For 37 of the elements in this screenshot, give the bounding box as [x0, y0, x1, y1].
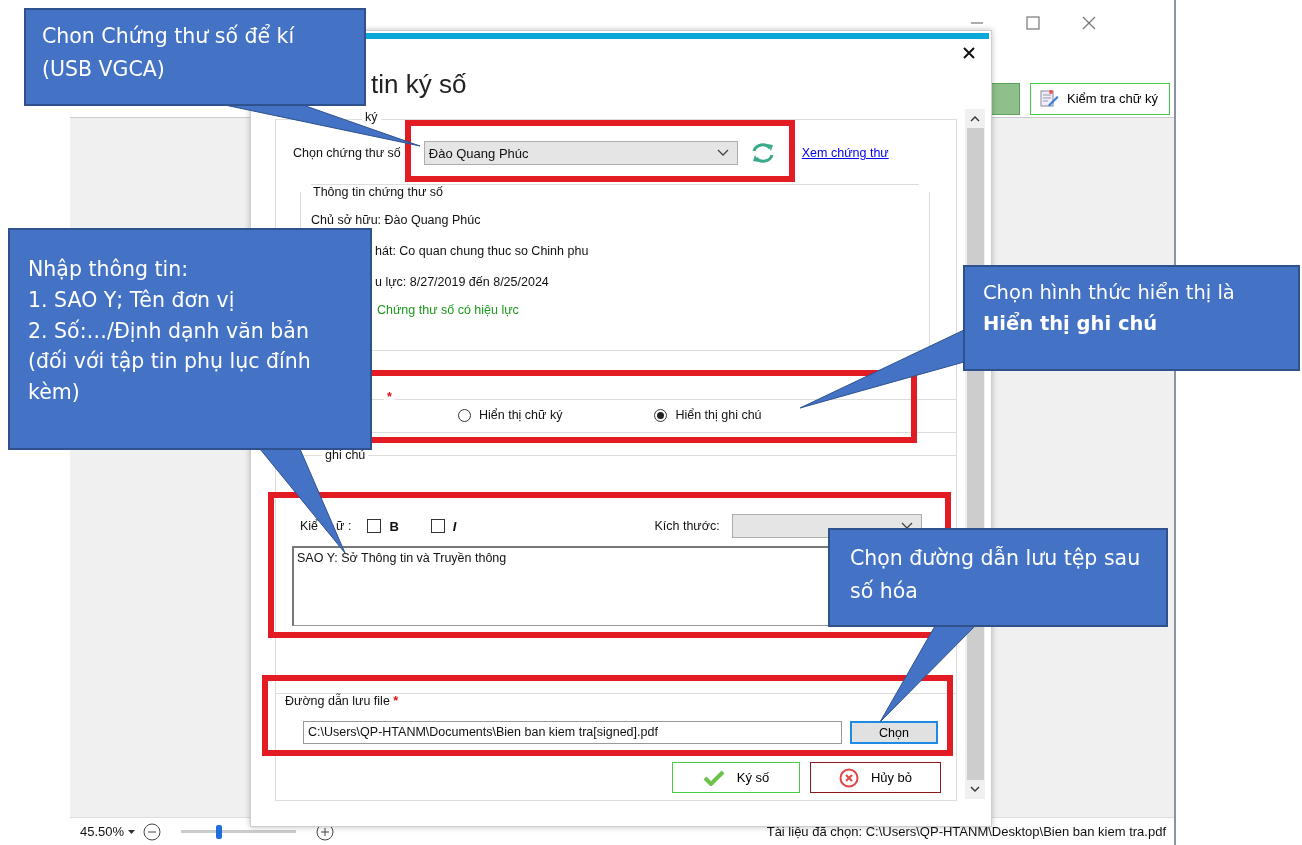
- callout: Chọn hình thức hiển thị là Hiển thị ghi chú: [963, 265, 1300, 371]
- browse-button[interactable]: Chọn: [850, 721, 938, 744]
- caret-icon: [128, 829, 136, 834]
- save-path-label: Đường dẫn lưu file *: [282, 694, 402, 708]
- group-label: ký: [362, 110, 381, 124]
- certificate-dropdown[interactable]: Đào Quang Phúc: [423, 141, 738, 165]
- chevron-up-icon[interactable]: [970, 115, 980, 122]
- check-icon: [702, 769, 725, 786]
- status-text: Tài liệu đã chọn: C:\Users\QP-HTANM\Desktop\Bien ban kiem tra.pdf: [766, 824, 1166, 839]
- cancel-icon: [838, 767, 859, 788]
- chevron-down-icon: [716, 149, 729, 157]
- zoom-out-icon[interactable]: [143, 822, 162, 841]
- certificate-info-text: u lực: 8/27/2019 đến 8/25/2024: [375, 275, 550, 289]
- group-label: Thông tin chứng thư số: [311, 184, 919, 199]
- font-style-label: Kiể: [300, 519, 319, 533]
- display-mode-radio[interactable]: Hiển thị chữ ký: [458, 408, 563, 422]
- certificate-info-text: Chủ sở hữu: Đào Quang Phúc: [311, 213, 482, 227]
- size-label: Kích thước:: [654, 519, 720, 533]
- view-certificate-link[interactable]: Xem chứng thư: [801, 146, 889, 160]
- display-mode-radio[interactable]: Hiển thị ghi chú: [654, 408, 762, 422]
- certificate-info-text: hát: Co quan chung thuc so Chinh phu: [375, 244, 590, 258]
- close-icon[interactable]: [963, 47, 975, 59]
- callout: Nhập thông tin: 1. SAO Y; Tên đơn vị 2. Số:…/Định dạnh văn bản (đối với tập tin phụ lục đính kèm): [8, 228, 372, 450]
- chevron-down-icon[interactable]: [970, 786, 980, 793]
- zoom-dropdown[interactable]: 45.50%: [80, 824, 136, 839]
- sign-button[interactable]: Ký số: [672, 762, 800, 793]
- cancel-button[interactable]: Hủy bỏ: [810, 762, 941, 793]
- font-style-checkbox[interactable]: B: [367, 518, 399, 534]
- certificate-info-text: Chứng thư số có hiệu lực: [377, 303, 520, 317]
- font-style-checkbox[interactable]: I: [430, 518, 457, 534]
- save-path-field[interactable]: C:\Users\QP-HTANM\Documents\Bien ban kiem tra[signed].pdf: [303, 721, 842, 744]
- certificate-label: Chọn chứng thư số: [293, 146, 401, 160]
- document-pen-icon: [1039, 88, 1059, 109]
- font-style-label: ữ :: [336, 519, 352, 533]
- check-signature-button[interactable]: Kiểm tra chữ ký: [1030, 82, 1170, 115]
- dialog-title: tin ký số: [371, 69, 467, 100]
- toolbar-button[interactable]: [990, 82, 1020, 115]
